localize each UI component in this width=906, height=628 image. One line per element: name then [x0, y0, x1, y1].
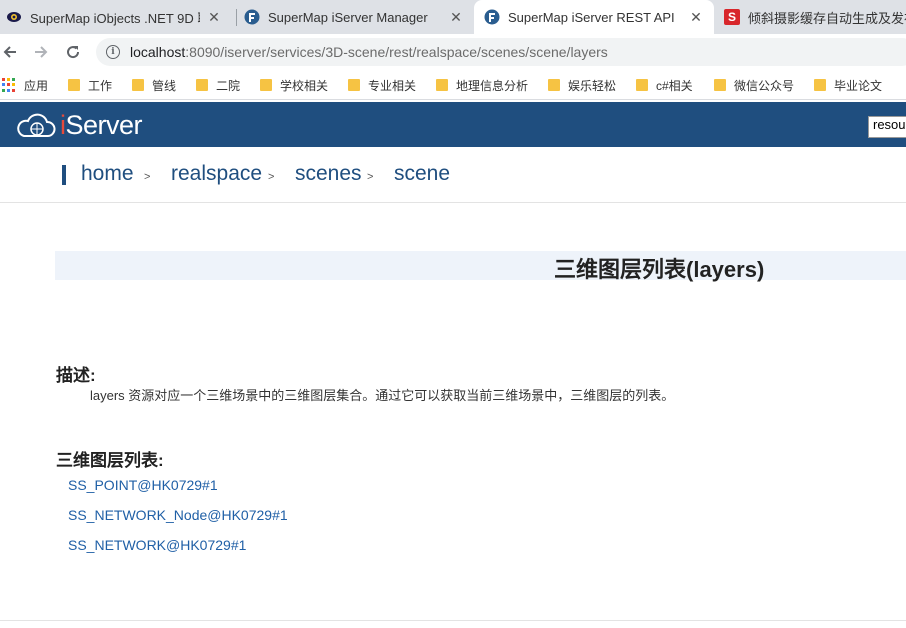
layer-list-heading: 三维图层列表: [56, 451, 164, 470]
folder-icon [636, 79, 648, 91]
reload-icon[interactable] [61, 40, 85, 64]
breadcrumb-home[interactable]: home [81, 162, 134, 186]
bookmark-folder[interactable]: 地理信息分析 [436, 76, 528, 94]
bookmark-folder[interactable]: 工作 [68, 76, 112, 94]
bookmark-folder[interactable]: 娱乐轻松 [548, 76, 616, 94]
forward-arrow-icon[interactable] [29, 40, 53, 64]
site-info-icon[interactable]: i [106, 45, 120, 59]
bookmark-folder[interactable]: 毕业论文 [814, 76, 882, 94]
browser-tab-strip: SuperMap iObjects .NET 9D 联 ✕ SuperMap i… [0, 0, 906, 34]
description-heading: 描述: [56, 366, 96, 385]
url-text: localhost:8090/iserver/services/3D-scene… [130, 44, 608, 60]
breadcrumb-scene-current: scene [394, 162, 451, 185]
folder-icon [548, 79, 560, 91]
bookmark-apps[interactable]: 应用 [2, 76, 48, 94]
folder-icon [814, 79, 826, 91]
back-arrow-icon[interactable] [0, 40, 22, 64]
supermap-favicon-icon [484, 9, 500, 25]
tab-iserver-rest-api[interactable]: SuperMap iServer REST API ✕ [474, 0, 714, 34]
tab-title: 倾斜摄影缓存自动生成及发布 [748, 10, 906, 26]
bookmark-folder[interactable]: c#相关 [636, 76, 693, 94]
apps-grid-icon [2, 78, 16, 92]
tab-title: SuperMap iObjects .NET 9D 联 [30, 10, 200, 26]
tab-title: SuperMap iServer Manager [268, 9, 428, 25]
footer-divider [0, 620, 906, 621]
bookmark-folder[interactable]: 学校相关 [260, 76, 328, 94]
bookmark-folder[interactable]: 管线 [132, 76, 176, 94]
breadcrumb-marker [62, 165, 66, 185]
bookmarks-bar: 应用 工作 管线 二院 学校相关 专业相关 地理信息分析 娱乐轻松 c#相关 微… [0, 70, 906, 100]
eye-favicon-icon [6, 9, 22, 25]
folder-icon [436, 79, 448, 91]
folder-icon [196, 79, 208, 91]
folder-icon [260, 79, 272, 91]
folder-icon [714, 79, 726, 91]
folder-icon [132, 79, 144, 91]
title-band [55, 251, 906, 280]
tab-iserver-manager[interactable]: SuperMap iServer Manager ✕ [244, 0, 474, 34]
page-title: 三维图层列表(layers) [554, 257, 765, 282]
bookmark-folder[interactable]: 微信公众号 [714, 76, 794, 94]
layer-link-ss-point[interactable]: SS_POINT@HK0729#1 [68, 477, 218, 493]
tab-separator [236, 9, 237, 26]
supermap-favicon-icon [244, 9, 260, 25]
iserver-header: iServer resou [0, 102, 906, 147]
folder-icon [68, 79, 80, 91]
breadcrumb-separator: > [268, 171, 275, 183]
iserver-logo[interactable]: iServer [16, 110, 143, 141]
breadcrumb-separator: > [144, 171, 151, 183]
folder-icon [348, 79, 360, 91]
close-tab-icon[interactable]: ✕ [448, 9, 464, 26]
breadcrumb-realspace[interactable]: realspace [171, 162, 262, 186]
browser-toolbar: i localhost:8090/iserver/services/3D-sce… [0, 34, 906, 70]
close-tab-icon[interactable]: ✕ [206, 9, 222, 26]
bookmark-folder[interactable]: 专业相关 [348, 76, 416, 94]
tab-title: SuperMap iServer REST API [508, 9, 675, 25]
resource-search-input[interactable]: resou [868, 116, 906, 138]
tab-oblique-photo[interactable]: S 倾斜摄影缓存自动生成及发布 [724, 0, 906, 34]
cloud-globe-icon [17, 113, 56, 137]
layer-link-ss-network-node[interactable]: SS_NETWORK_Node@HK0729#1 [68, 507, 288, 523]
breadcrumb: home > realspace > scenes > scene [0, 147, 906, 203]
breadcrumb-scenes[interactable]: scenes [295, 162, 362, 186]
brand-name: iServer [60, 110, 143, 140]
breadcrumb-separator: > [367, 171, 374, 183]
bookmark-folder[interactable]: 二院 [196, 76, 240, 94]
s-favicon-icon: S [724, 9, 740, 25]
description-text: layers 资源对应一个三维场景中的三维图层集合。通过它可以获取当前三维场景中… [90, 388, 675, 403]
close-tab-icon[interactable]: ✕ [688, 9, 704, 26]
tab-iobjects[interactable]: SuperMap iObjects .NET 9D 联 ✕ [6, 0, 232, 34]
layer-link-ss-network[interactable]: SS_NETWORK@HK0729#1 [68, 537, 246, 553]
address-bar[interactable]: i localhost:8090/iserver/services/3D-sce… [96, 38, 906, 66]
